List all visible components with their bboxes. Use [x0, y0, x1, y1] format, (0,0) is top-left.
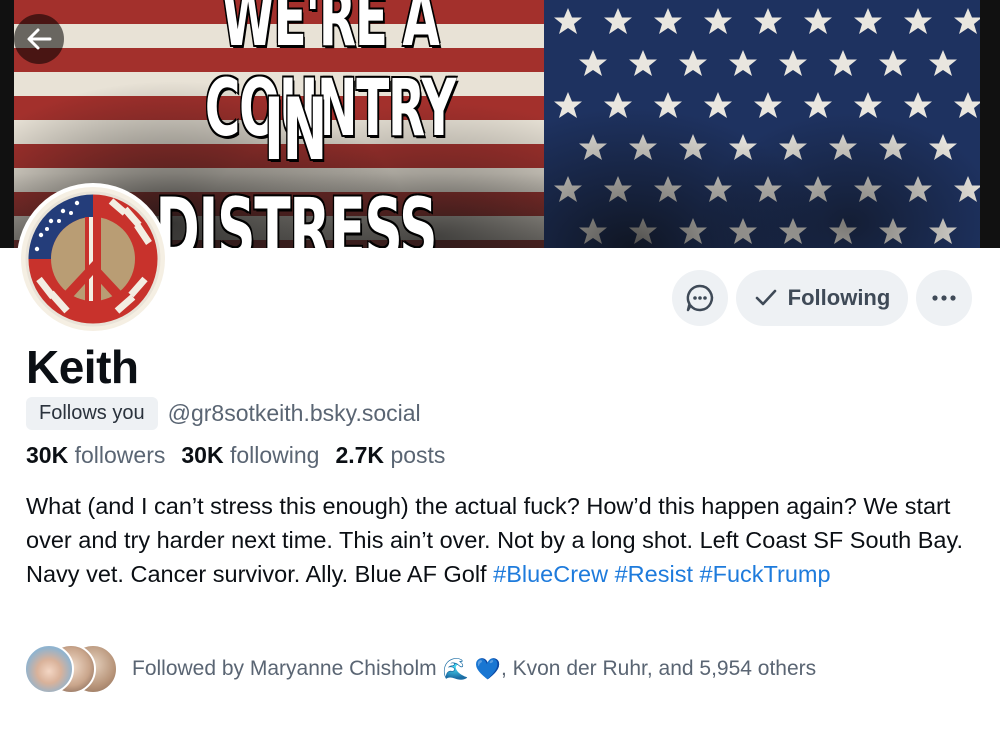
flag-star: [879, 134, 907, 160]
posts-count: 2.7K: [335, 442, 385, 468]
flag-star: [904, 176, 932, 202]
following-button-label: Following: [787, 285, 891, 310]
followers-stat[interactable]: 30K followers: [26, 442, 165, 469]
flag-star: [754, 176, 782, 202]
hashtag-fucktrump[interactable]: #FuckTrump: [700, 561, 831, 587]
flag-star: [929, 50, 957, 76]
flag-star: [704, 92, 732, 118]
flag-star: [629, 218, 657, 244]
peace-sign-image: [25, 191, 161, 327]
flag-star: [829, 50, 857, 76]
flag-star: [954, 92, 980, 118]
following-stat[interactable]: 30K following: [181, 442, 319, 469]
following-label: following: [229, 442, 320, 468]
handle-row: Follows you @gr8sotkeith.bsky.social: [26, 396, 421, 430]
flag-star: [854, 92, 882, 118]
ellipsis-icon: [932, 295, 956, 301]
back-button[interactable]: [14, 14, 64, 64]
followed-by-text: Followed by Maryanne Chisholm 🌊 💙 , Kvon…: [132, 657, 816, 682]
flag-star: [904, 92, 932, 118]
profile-page: WE'RE A COUNTRY IN DISTRESS Following Ke…: [0, 0, 1000, 742]
chat-bubble-icon: [686, 284, 714, 312]
flag-star: [854, 8, 882, 34]
flag-star: [704, 176, 732, 202]
flag-union: [544, 0, 980, 248]
followed-by-suffix: , Kvon der Ruhr, and 5,954 others: [500, 657, 817, 680]
following-count: 30K: [181, 442, 224, 468]
banner-frame: [980, 0, 1000, 248]
flag-star: [779, 50, 807, 76]
posts-label: posts: [390, 442, 446, 468]
flag-star: [929, 134, 957, 160]
flag-star: [554, 92, 582, 118]
check-icon: [755, 289, 776, 306]
banner-headline-line2: IN DISTRESS: [155, 80, 438, 248]
flag-star: [854, 176, 882, 202]
more-options-button[interactable]: [916, 270, 972, 326]
flag-star: [579, 50, 607, 76]
flag-star: [879, 50, 907, 76]
flag-star: [879, 218, 907, 244]
hashtag-resist[interactable]: #Resist: [615, 561, 693, 587]
avatar-image: [21, 187, 165, 331]
flag-star: [654, 8, 682, 34]
flag-star: [779, 134, 807, 160]
flag-star: [629, 134, 657, 160]
flag-star: [904, 8, 932, 34]
flag-star: [679, 134, 707, 160]
wave-emoji: 🌊: [442, 656, 469, 681]
flag-star: [604, 92, 632, 118]
flag-star: [654, 92, 682, 118]
flag-star: [604, 176, 632, 202]
message-button[interactable]: [672, 270, 728, 326]
flag-star: [629, 50, 657, 76]
flag-star: [579, 134, 607, 160]
followers-count: 30K: [26, 442, 69, 468]
followed-by-avatars: [24, 644, 120, 694]
flag-star: [729, 134, 757, 160]
flag-star: [779, 218, 807, 244]
flag-star: [729, 50, 757, 76]
flag-star: [604, 8, 632, 34]
follows-you-badge: Follows you: [26, 396, 158, 430]
flag-star: [679, 218, 707, 244]
flag-star: [679, 50, 707, 76]
profile-handle[interactable]: @gr8sotkeith.bsky.social: [168, 400, 421, 427]
flag-star: [804, 92, 832, 118]
flag-star: [829, 134, 857, 160]
avatar[interactable]: [17, 183, 169, 335]
posts-stat: 2.7K posts: [335, 442, 445, 469]
flag-star: [704, 8, 732, 34]
flag-star: [829, 218, 857, 244]
followed-by-prefix: Followed by Maryanne Chisholm: [132, 657, 437, 680]
avatar: [24, 644, 74, 694]
followers-label: followers: [74, 442, 166, 468]
profile-bio: What (and I can’t stress this enough) th…: [26, 489, 976, 591]
hashtag-bluecrew[interactable]: #BlueCrew: [493, 561, 608, 587]
profile-stats: 30K followers 30K following 2.7K posts: [26, 442, 445, 469]
flag-star: [554, 176, 582, 202]
flag-star: [754, 92, 782, 118]
blue-heart-emoji: 💙: [474, 656, 501, 681]
flag-star: [654, 176, 682, 202]
flag-star: [804, 176, 832, 202]
flag-stars: [554, 8, 980, 244]
display-name: Keith: [26, 341, 139, 393]
flag-star: [929, 218, 957, 244]
arrow-left-icon: [27, 28, 52, 50]
banner-frame: [0, 0, 14, 248]
flag-star: [954, 176, 980, 202]
following-button[interactable]: Following: [736, 270, 908, 326]
flag-star: [554, 8, 582, 34]
followed-by-row[interactable]: Followed by Maryanne Chisholm 🌊 💙 , Kvon…: [24, 644, 816, 694]
flag-star: [754, 8, 782, 34]
flag-star: [579, 218, 607, 244]
flag-star: [954, 8, 980, 34]
flag-star: [729, 218, 757, 244]
flag-star: [804, 8, 832, 34]
